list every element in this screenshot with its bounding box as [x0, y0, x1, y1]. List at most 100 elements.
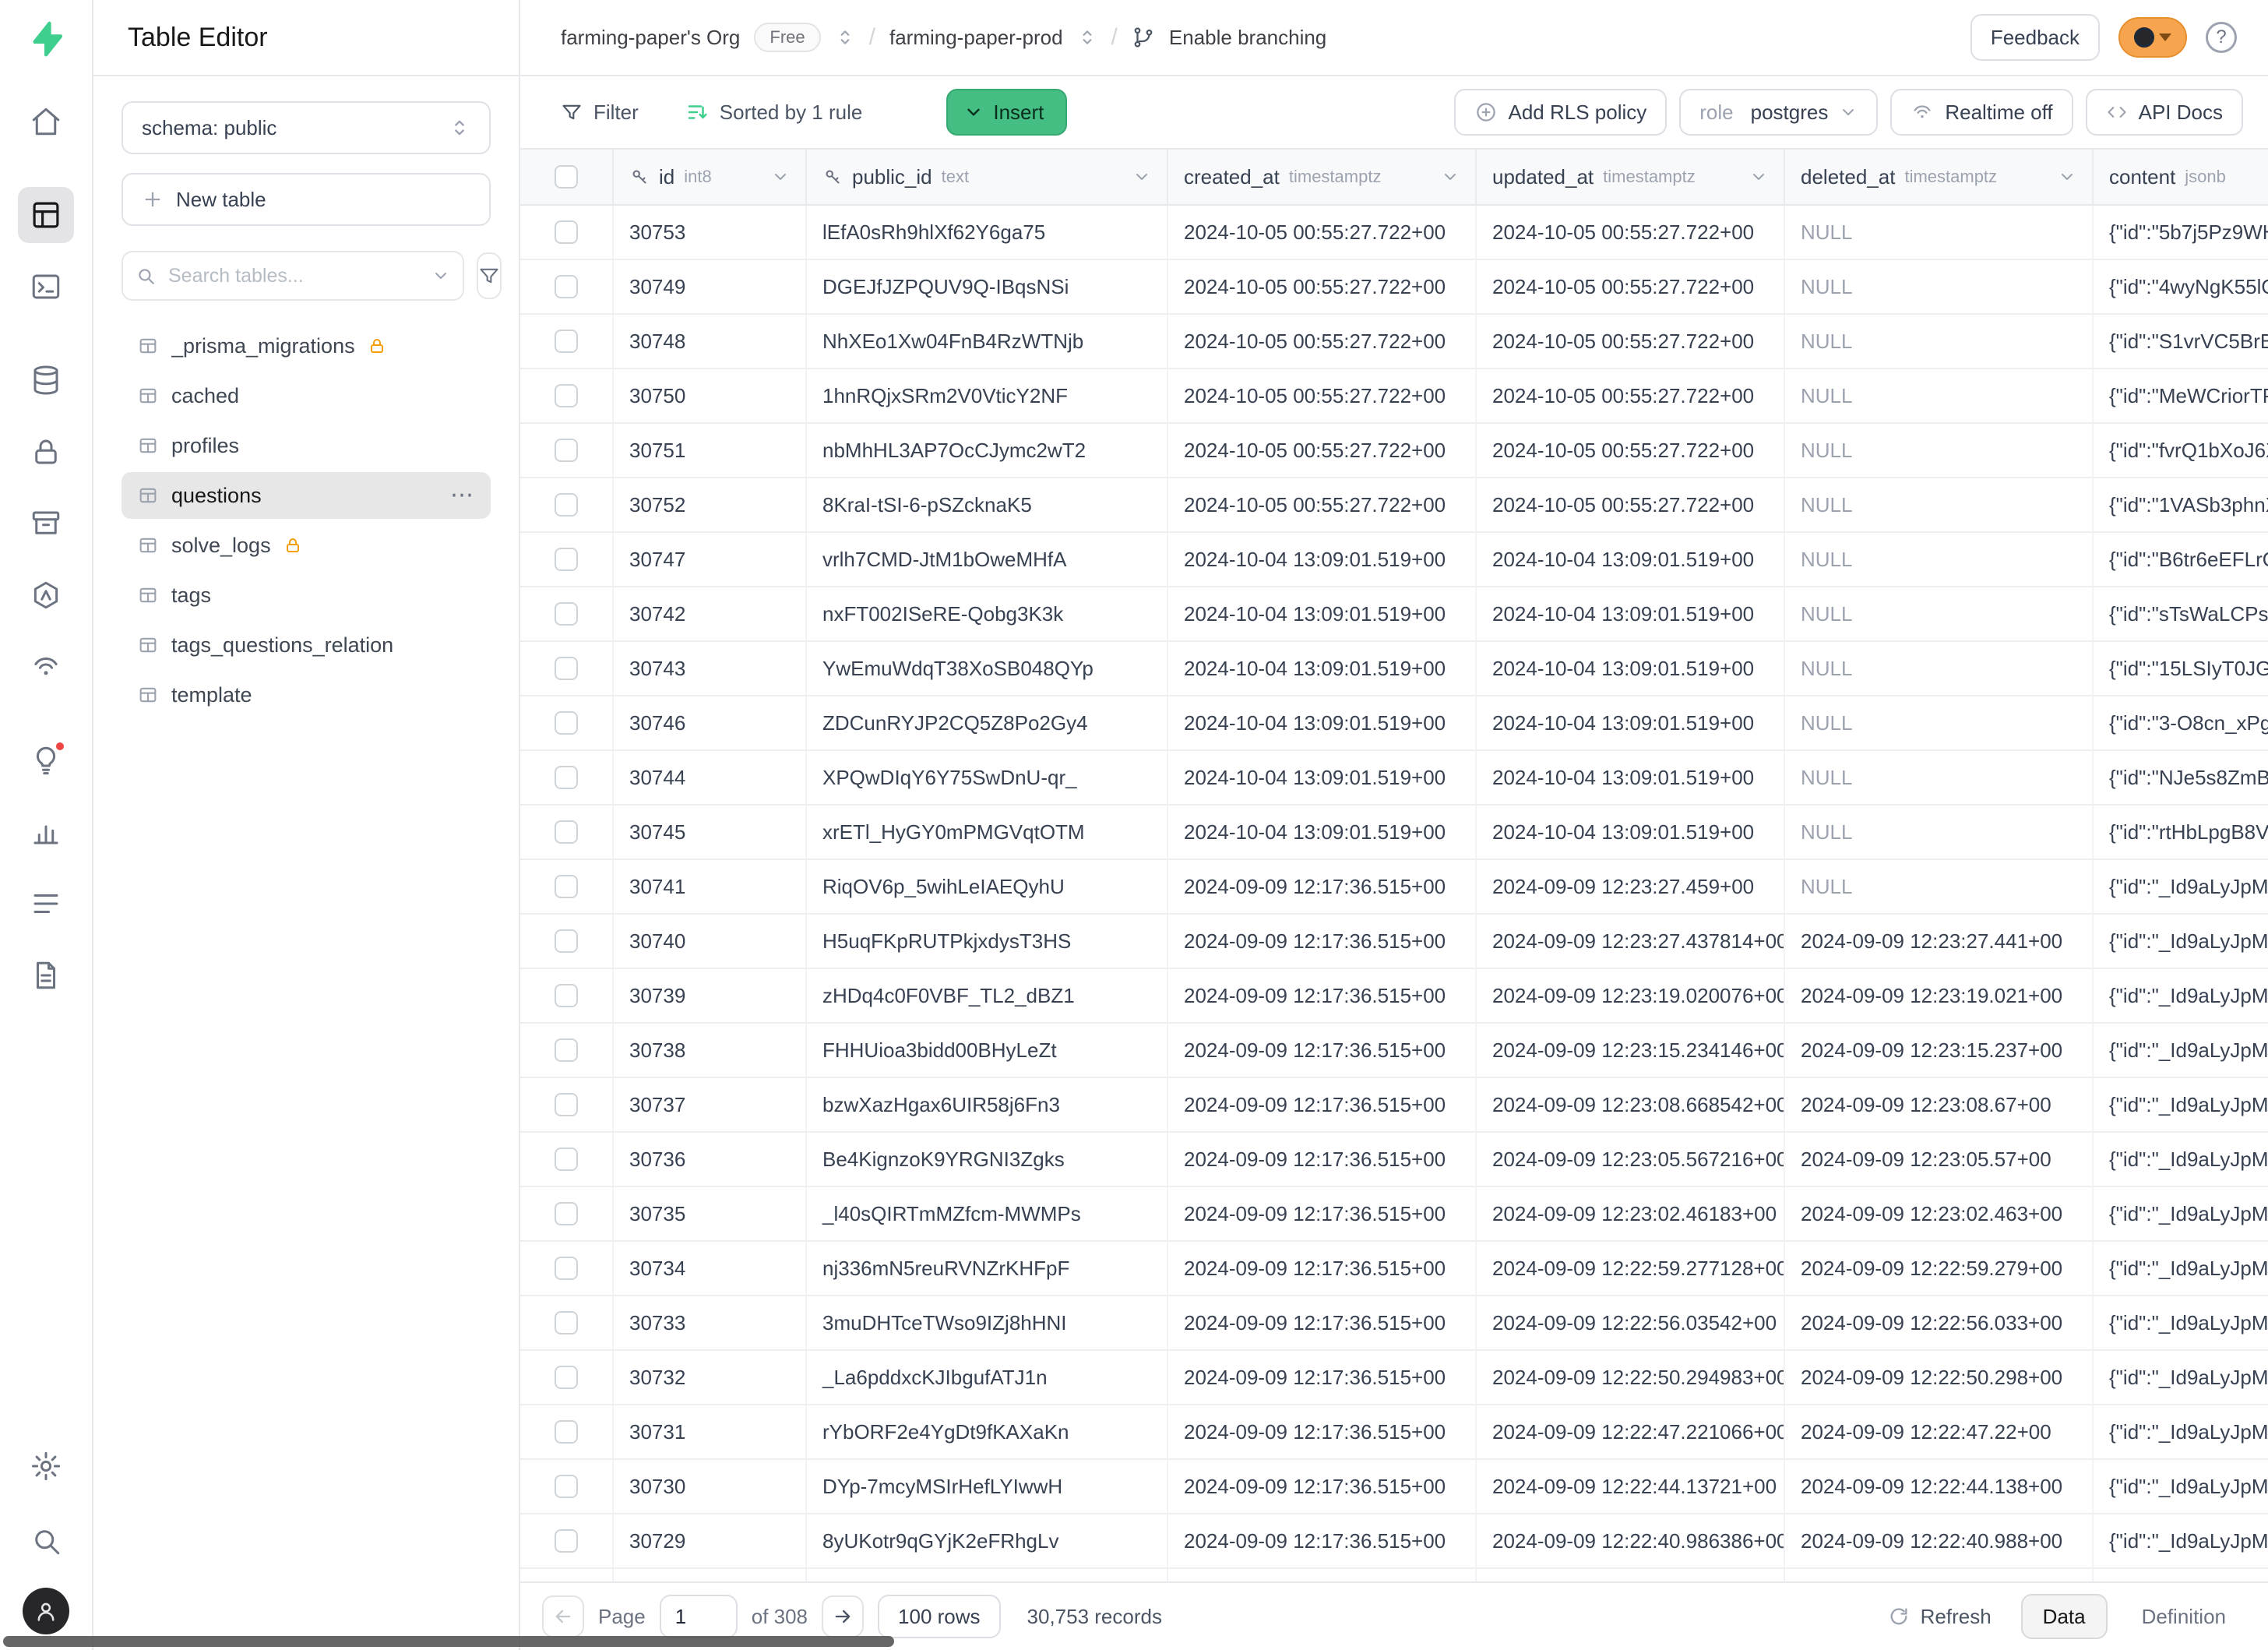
cell-id[interactable]: 30734 — [614, 1242, 807, 1295]
table-row[interactable]: 30745 xrETl_HyGY0mPMGVqtOTM 2024-10-04 1… — [520, 806, 2268, 860]
cell-id[interactable]: 30740 — [614, 915, 807, 968]
cell-id[interactable]: 30736 — [614, 1133, 807, 1186]
cell-public-id[interactable]: bzwXazHgax6UIR58j6Fn3 — [807, 1078, 1168, 1131]
cell-created-at[interactable]: 2024-10-05 00:55:27.722+00 — [1168, 369, 1477, 422]
row-checkbox[interactable] — [555, 1420, 578, 1444]
sidebar-table-item[interactable]: cached — [122, 372, 491, 419]
row-checkbox[interactable] — [555, 711, 578, 735]
row-checkbox[interactable] — [555, 657, 578, 680]
cell-id[interactable]: 30745 — [614, 806, 807, 858]
cell-content[interactable]: {"id":"_Id9aLyJpMHQLaiQG — [2094, 1024, 2268, 1077]
row-checkbox[interactable] — [555, 602, 578, 626]
cell-content[interactable]: {"id":"4wyNgK55lOfrpmYZc — [2094, 260, 2268, 313]
prev-page-button[interactable] — [542, 1595, 584, 1638]
cell-deleted-at[interactable]: NULL — [1785, 642, 2094, 695]
filter-tables-button[interactable] — [477, 252, 502, 299]
column-header[interactable]: created_at timestamptz — [1168, 150, 1477, 204]
table-row[interactable]: 30742 nxFT002ISeRE-Qobg3K3k 2024-10-04 1… — [520, 587, 2268, 642]
table-row[interactable]: 30738 FHHUioa3bidd00BHyLeZt 2024-09-09 1… — [520, 1024, 2268, 1078]
cell-public-id[interactable]: YwEmuWdqT38XoSB048QYp — [807, 642, 1168, 695]
insert-button[interactable]: Insert — [946, 89, 1067, 136]
cell-created-at[interactable]: 2024-09-09 12:17:36.515+00 — [1168, 1569, 1477, 1581]
api-docs-button[interactable]: API Docs — [2086, 89, 2243, 136]
cell-updated-at[interactable]: 2024-09-09 12:23:15.234146+00 — [1477, 1024, 1785, 1077]
column-menu-chevron-icon[interactable] — [771, 167, 790, 186]
row-checkbox[interactable] — [555, 1093, 578, 1116]
sidebar-table-item[interactable]: tags — [122, 572, 491, 619]
table-item-menu[interactable]: ⋯ — [450, 488, 475, 503]
help-icon[interactable]: ? — [2206, 22, 2237, 53]
cell-updated-at[interactable]: 2024-09-09 12:23:19.020076+00 — [1477, 969, 1785, 1022]
table-row[interactable]: 30750 1hnRQjxSRm2V0VticY2NF 2024-10-05 0… — [520, 369, 2268, 424]
tab-data[interactable]: Data — [2021, 1594, 2108, 1639]
cell-deleted-at[interactable]: 2024-09-09 12:22:37.958+00 — [1785, 1569, 2094, 1581]
cell-updated-at[interactable]: 2024-10-04 13:09:01.519+00 — [1477, 642, 1785, 695]
sidebar-table-item[interactable]: tags_questions_relation — [122, 622, 491, 668]
cell-updated-at[interactable]: 2024-09-09 12:22:50.294983+00 — [1477, 1351, 1785, 1404]
api-docs-icon[interactable] — [18, 947, 74, 1003]
cell-deleted-at[interactable]: NULL — [1785, 587, 2094, 640]
row-checkbox[interactable] — [555, 820, 578, 844]
row-checkbox[interactable] — [555, 330, 578, 353]
realtime-icon[interactable] — [18, 639, 74, 695]
row-checkbox[interactable] — [555, 1202, 578, 1225]
cell-id[interactable]: 30752 — [614, 478, 807, 531]
cell-deleted-at[interactable]: 2024-09-09 12:22:47.22+00 — [1785, 1405, 2094, 1458]
cell-content[interactable]: {"id":"_Id9aLyJpMHQLaiQG — [2094, 860, 2268, 913]
cell-content[interactable]: {"id":"_Id9aLyJpMHQLaiQG — [2094, 1242, 2268, 1295]
table-row[interactable]: 30733 3muDHTceTWso9IZj8hHNI 2024-09-09 1… — [520, 1296, 2268, 1351]
cell-public-id[interactable]: DGEJfJZPQUV9Q-IBqsNSi — [807, 260, 1168, 313]
feedback-button[interactable]: Feedback — [1970, 14, 2100, 61]
sort-button[interactable]: Sorted by 1 rule — [670, 89, 879, 136]
cell-updated-at[interactable]: 2024-10-05 00:55:27.722+00 — [1477, 315, 1785, 368]
row-checkbox[interactable] — [555, 384, 578, 407]
next-page-button[interactable] — [822, 1595, 864, 1638]
cell-updated-at[interactable]: 2024-09-09 12:22:47.221066+00 — [1477, 1405, 1785, 1458]
cell-deleted-at[interactable]: NULL — [1785, 478, 2094, 531]
cell-created-at[interactable]: 2024-10-04 13:09:01.519+00 — [1168, 533, 1477, 586]
cell-updated-at[interactable]: 2024-10-05 00:55:27.722+00 — [1477, 369, 1785, 422]
cell-deleted-at[interactable]: NULL — [1785, 206, 2094, 259]
cell-updated-at[interactable]: 2024-10-04 13:09:01.519+00 — [1477, 696, 1785, 749]
cell-created-at[interactable]: 2024-09-09 12:17:36.515+00 — [1168, 1024, 1477, 1077]
cell-public-id[interactable]: XPQwDIqY6Y75SwDnU-qr_ — [807, 751, 1168, 804]
cell-created-at[interactable]: 2024-10-05 00:55:27.722+00 — [1168, 206, 1477, 259]
filter-button[interactable]: Filter — [545, 89, 654, 136]
cell-updated-at[interactable]: 2024-10-04 13:09:01.519+00 — [1477, 587, 1785, 640]
chevron-down-icon[interactable] — [431, 266, 450, 285]
cell-deleted-at[interactable]: NULL — [1785, 860, 2094, 913]
cell-id[interactable]: 30748 — [614, 315, 807, 368]
table-row[interactable]: 30749 DGEJfJZPQUV9Q-IBqsNSi 2024-10-05 0… — [520, 260, 2268, 315]
cell-content[interactable]: {"id":"S1vrVC5BrB59wqcM4 — [2094, 315, 2268, 368]
settings-gear-icon[interactable] — [18, 1438, 74, 1494]
cell-content[interactable]: {"id":"rtHbLpgB8V11LUK7152 — [2094, 806, 2268, 858]
column-header[interactable]: id int8 — [614, 150, 807, 204]
cell-created-at[interactable]: 2024-09-09 12:17:36.515+00 — [1168, 1351, 1477, 1404]
cell-deleted-at[interactable]: 2024-09-09 12:22:44.138+00 — [1785, 1460, 2094, 1513]
table-row[interactable]: 30747 vrlh7CMD-JtM1bOweMHfA 2024-10-04 1… — [520, 533, 2268, 587]
cell-content[interactable]: {"id":"NJe5s8ZmBwnoB6e3 — [2094, 751, 2268, 804]
cell-deleted-at[interactable]: 2024-09-09 12:22:40.988+00 — [1785, 1514, 2094, 1567]
row-checkbox[interactable] — [555, 1311, 578, 1334]
cell-deleted-at[interactable]: 2024-09-09 12:23:15.237+00 — [1785, 1024, 2094, 1077]
cell-updated-at[interactable]: 2024-10-05 00:55:27.722+00 — [1477, 206, 1785, 259]
cell-content[interactable]: {"id":"5b7j5Pz9WHBNmY_A — [2094, 206, 2268, 259]
cell-id[interactable]: 30729 — [614, 1514, 807, 1567]
cell-id[interactable]: 30742 — [614, 587, 807, 640]
cell-deleted-at[interactable]: NULL — [1785, 315, 2094, 368]
cell-id[interactable]: 30738 — [614, 1024, 807, 1077]
cell-updated-at[interactable]: 2024-10-04 13:09:01.519+00 — [1477, 806, 1785, 858]
cell-updated-at[interactable]: 2024-09-09 12:22:56.03542+00 — [1477, 1296, 1785, 1349]
cell-content[interactable]: {"id":"_Id9aLyJpMHQLaiQG — [2094, 1569, 2268, 1581]
column-header[interactable]: deleted_at timestamptz — [1785, 150, 2094, 204]
sidebar-table-item[interactable]: profiles — [122, 422, 491, 469]
table-row[interactable]: 30730 DYp-7mcyMSIrHefLYIwwH 2024-09-09 1… — [520, 1460, 2268, 1514]
cell-id[interactable]: 30749 — [614, 260, 807, 313]
row-checkbox[interactable] — [555, 766, 578, 789]
cell-content[interactable]: {"id":"_Id9aLyJpMHQLaiQG — [2094, 1078, 2268, 1131]
cell-public-id[interactable]: 1hnRQjxSRm2V0VticY2NF — [807, 369, 1168, 422]
sidebar-table-item[interactable]: questions ⋯ — [122, 472, 491, 519]
auth-icon[interactable] — [18, 424, 74, 480]
cell-deleted-at[interactable]: 2024-09-09 12:22:56.033+00 — [1785, 1296, 2094, 1349]
org-name[interactable]: farming-paper's Org — [561, 26, 740, 50]
